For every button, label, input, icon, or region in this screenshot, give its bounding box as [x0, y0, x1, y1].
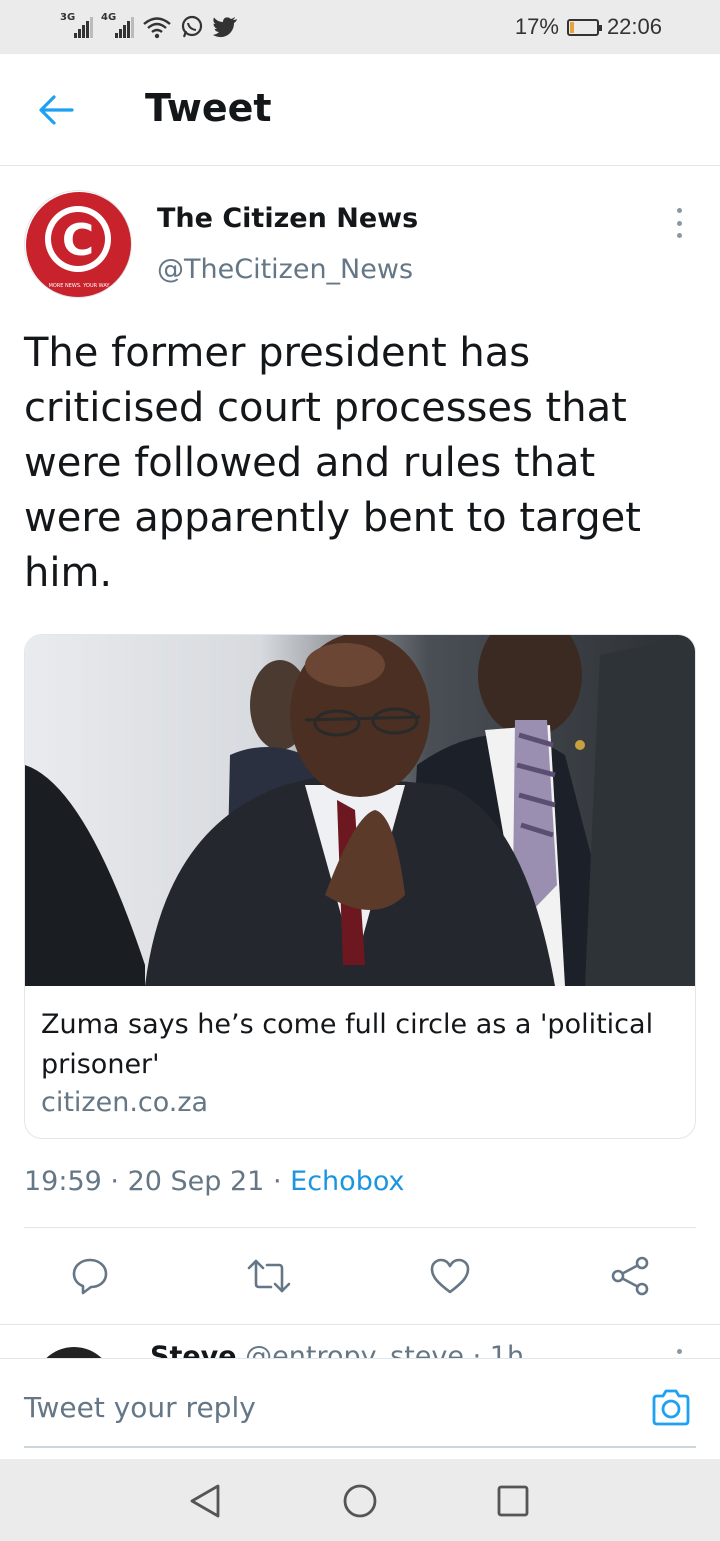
meta-separator: ·: [110, 1166, 119, 1197]
battery-level: [569, 21, 575, 33]
status-bar: 3G 4G 17% 22:06: [0, 0, 720, 54]
triangle-back-icon: [190, 1484, 220, 1518]
card-domain: citizen.co.za: [41, 1087, 209, 1118]
avatar-letter: C: [62, 215, 94, 266]
tweet-meta: 19:59 · 20 Sep 21 · Echobox: [24, 1166, 405, 1197]
tweet-source-link[interactable]: Echobox: [290, 1166, 404, 1197]
nav-back-button[interactable]: [185, 1481, 225, 1521]
card-image[interactable]: [25, 635, 696, 986]
card-title: Zuma says he’s come full circle as a 'po…: [41, 1009, 654, 1080]
tweet-date: 20 Sep 21: [127, 1166, 265, 1197]
camera-icon: [652, 1389, 690, 1426]
wifi-icon: [143, 17, 171, 39]
nav-recents-button[interactable]: [493, 1481, 533, 1521]
system-nav-bar: [0, 1459, 720, 1541]
reply-age: 1h: [489, 1341, 525, 1358]
reply-icon: [72, 1258, 108, 1295]
status-icons: 3G 4G: [60, 12, 238, 39]
network-type-label: 4G: [101, 12, 117, 23]
reply-composer: Tweet your reply: [0, 1358, 720, 1458]
reply-author-name: Steve: [150, 1341, 237, 1358]
author-handle[interactable]: @TheCitizen_News: [157, 254, 413, 285]
author-avatar[interactable]: C MORE NEWS. YOUR WAY: [24, 190, 132, 298]
like-button[interactable]: [428, 1254, 472, 1298]
citizen-logo: C MORE NEWS. YOUR WAY: [26, 192, 131, 297]
square-recents-icon: [497, 1485, 529, 1517]
reply-button[interactable]: [68, 1254, 112, 1298]
more-vertical-icon[interactable]: [677, 1349, 682, 1354]
share-icon: [611, 1256, 649, 1296]
tweet-time: 19:59: [24, 1166, 102, 1197]
back-button[interactable]: [34, 90, 78, 130]
reply-header: Steve @entropy_steve · 1h: [150, 1341, 524, 1358]
author-name[interactable]: The Citizen News: [157, 203, 418, 234]
network-type-label: 3G: [60, 12, 76, 23]
reply-avatar[interactable]: [34, 1347, 114, 1358]
tweet-text: The former president has criticised cour…: [24, 330, 641, 596]
nav-home-button[interactable]: [340, 1481, 380, 1521]
page-title: Tweet: [145, 86, 272, 130]
reply-input-underline: [24, 1446, 696, 1448]
signal-icon: 3G: [60, 12, 93, 38]
circle-home-icon: [343, 1484, 377, 1518]
battery-icon: [566, 18, 602, 36]
reply-input[interactable]: Tweet your reply: [24, 1391, 256, 1424]
status-right: 17% 22:06: [515, 14, 662, 40]
clock: 22:06: [606, 14, 662, 39]
signal-icon: 4G: [101, 12, 134, 38]
more-vertical-icon: [676, 208, 682, 213]
retweet-button[interactable]: [247, 1254, 291, 1298]
retweet-icon: [247, 1259, 291, 1293]
share-button[interactable]: [608, 1254, 652, 1298]
like-icon: [430, 1258, 470, 1294]
battery-percent: 17%: [514, 14, 559, 39]
avatar-tagline: MORE NEWS. YOUR WAY: [49, 283, 111, 289]
whatsapp-icon: [181, 15, 203, 38]
more-options-button[interactable]: [664, 206, 694, 240]
arrow-left-icon: [39, 95, 74, 125]
top-app-bar: Tweet: [0, 54, 720, 166]
divider: [24, 1227, 696, 1228]
reply-author-handle: @entropy_steve: [245, 1341, 464, 1358]
meta-separator: ·: [272, 1166, 282, 1197]
camera-button[interactable]: [648, 1385, 694, 1431]
meta-separator: ·: [472, 1341, 482, 1358]
twitter-icon: [212, 17, 237, 38]
link-card[interactable]: Zuma says he’s come full circle as a 'po…: [24, 634, 696, 1139]
next-reply-peek[interactable]: Steve @entropy_steve · 1h: [0, 1324, 720, 1358]
